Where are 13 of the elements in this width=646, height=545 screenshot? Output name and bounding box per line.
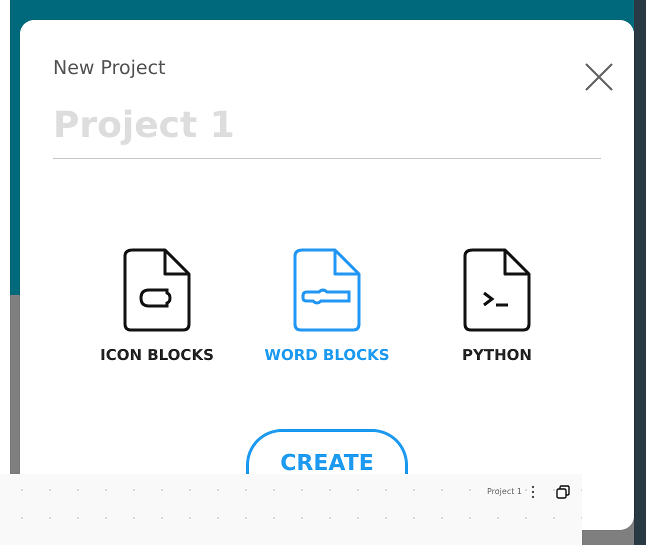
block-file-icon: [123, 248, 191, 332]
project-type-option[interactable]: ICON BLOCKS: [92, 248, 222, 364]
close-button[interactable]: [584, 62, 614, 92]
project-name: Project 1: [486, 487, 522, 496]
word-block-file-icon: [293, 248, 361, 332]
dialog-title: New Project: [53, 57, 166, 79]
more-options-icon[interactable]: [530, 485, 536, 499]
project-type-label: WORD BLOCKS: [264, 346, 390, 364]
project-type-option[interactable]: PYTHON: [432, 248, 562, 364]
project-type-label: PYTHON: [462, 346, 532, 364]
terminal-file-icon: [463, 248, 531, 332]
windows-icon[interactable]: [556, 485, 570, 499]
project-type-label: ICON BLOCKS: [100, 346, 214, 364]
